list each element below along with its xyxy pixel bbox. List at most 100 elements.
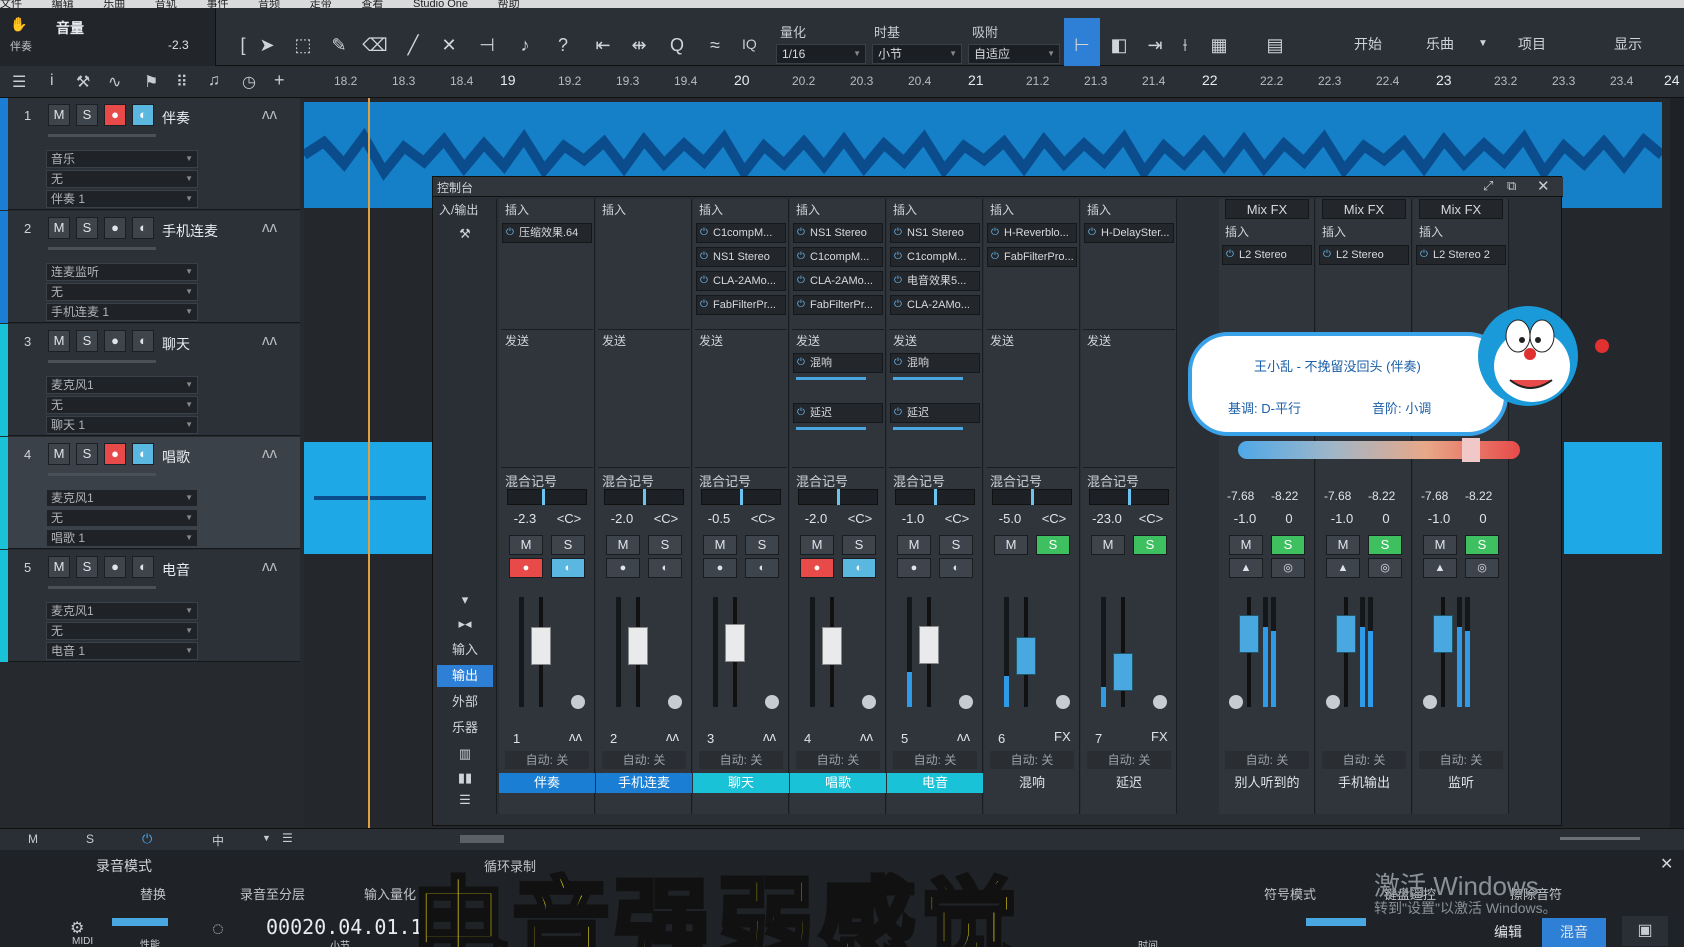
timeline-ruler[interactable]: 18.2 18.3 18.4 19 19.2 19.3 19.4 20 20.2 20.3 20.4… (304, 66, 1684, 98)
snap-event-icon[interactable]: ◧ (1106, 32, 1132, 58)
pan-slider[interactable] (992, 489, 1072, 505)
volume-value[interactable]: -0.5 (697, 511, 741, 526)
volume-value[interactable]: -2.0 (794, 511, 838, 526)
zoom-slider[interactable] (1560, 837, 1640, 840)
solo-button[interactable]: S (76, 330, 98, 352)
snap-select[interactable]: 自适应 (968, 44, 1060, 64)
pan-value[interactable]: <C> (840, 511, 880, 526)
list-icon[interactable]: ☰ (282, 831, 293, 845)
automation-mode[interactable]: 自动: 关 (1225, 751, 1309, 769)
track-name[interactable]: 聊天 (162, 334, 190, 354)
fx-label[interactable]: FX (1054, 729, 1071, 744)
insert-header[interactable]: 插入 (1221, 223, 1313, 241)
link-icon[interactable]: ◎ (1368, 558, 1402, 578)
automation-mode[interactable]: 自动: 关 (796, 751, 880, 769)
send-header[interactable]: 发送 (695, 329, 787, 348)
track-header[interactable]: 2 MS ● ◐ 手机连麦 ᴧᴧ 连麦监听无手机连麦 1 (0, 211, 300, 323)
mute-button[interactable]: M (800, 535, 834, 555)
pan-value[interactable]: <C> (549, 511, 589, 526)
trim-knob[interactable] (765, 695, 779, 709)
solo-button[interactable]: S (76, 556, 98, 578)
chord-icon[interactable]: ♫ (208, 72, 220, 90)
automation-mode[interactable]: 自动: 关 (1419, 751, 1503, 769)
insert-plugin[interactable]: CLA-2AMo... (696, 271, 786, 291)
audio-clip-vocal-2[interactable] (1564, 442, 1662, 554)
track-input-select[interactable]: 麦克风1 (46, 376, 198, 394)
monitor-button[interactable]: ◐ (132, 556, 154, 578)
solo-button[interactable]: S (1368, 535, 1402, 555)
automation-mode[interactable]: 自动: 关 (1087, 751, 1171, 769)
record-arm-button[interactable]: ● (104, 330, 126, 352)
volume-fader[interactable] (1336, 615, 1356, 653)
waveform-icon[interactable]: ᴧᴧ (569, 729, 582, 744)
monitor-button[interactable]: ◐ (132, 443, 154, 465)
transport-timecode[interactable]: 00020.04.01.1 (266, 915, 423, 939)
quantize-q-icon[interactable]: Q (664, 32, 690, 58)
automation-mode[interactable]: 自动: 关 (602, 751, 686, 769)
quantize-select[interactable]: 1/16 (776, 44, 866, 64)
insert-header[interactable]: 插入 (695, 201, 787, 219)
popup-bar-slider[interactable] (1462, 438, 1480, 462)
mix-fx-select[interactable]: Mix FX (1419, 199, 1503, 219)
rec-opt-replace[interactable]: 替换 (140, 884, 166, 903)
channel-name[interactable]: 手机连麦 (596, 773, 692, 793)
insert-plugin[interactable]: C1compM... (696, 223, 786, 243)
insert-plugin[interactable]: CLA-2AMo... (890, 295, 980, 315)
send-header[interactable]: 发送 (598, 329, 690, 348)
volume-fader[interactable] (628, 627, 648, 665)
trim-knob[interactable] (571, 695, 585, 709)
send-slot[interactable]: 延迟 (890, 403, 980, 423)
pan-value[interactable]: <C> (1131, 511, 1171, 526)
record-arm-button[interactable]: ● (104, 217, 126, 239)
meters-icon[interactable]: ▮▮ (437, 767, 493, 789)
narrow-icon[interactable]: ▸◂ (437, 613, 493, 635)
sync-icon[interactable]: ◌ (212, 918, 224, 941)
volume-fader[interactable] (919, 626, 939, 664)
waveform-icon[interactable]: ᴧᴧ (957, 729, 970, 744)
solo-button[interactable]: S (76, 443, 98, 465)
volume-fader[interactable] (1433, 615, 1453, 653)
send-level[interactable] (796, 427, 866, 430)
listen-tool-icon[interactable]: ♪ (512, 32, 538, 58)
pan-value[interactable]: <C> (1034, 511, 1074, 526)
status-solo[interactable]: S (86, 832, 94, 846)
waveform-icon[interactable]: ᴧᴧ (860, 729, 873, 744)
wrench-icon[interactable]: ⚒ (76, 72, 90, 92)
film-icon[interactable]: ▤ (1262, 32, 1288, 58)
record-arm-button[interactable]: ● (800, 558, 834, 578)
menu-view[interactable]: 查看 (361, 0, 383, 8)
menu-track[interactable]: 音轨 (155, 0, 177, 8)
track-name[interactable]: 手机连麦 (162, 221, 218, 241)
mute-button[interactable]: M (994, 535, 1028, 555)
solo-button[interactable]: S (1465, 535, 1499, 555)
record-arm-button[interactable]: ● (104, 104, 126, 126)
track-output-select[interactable]: 聊天 1 (46, 416, 198, 434)
insert-plugin[interactable]: C1compM... (890, 247, 980, 267)
insert-plugin[interactable]: NS1 Stereo (793, 223, 883, 243)
volume-value[interactable]: -1.0 (891, 511, 935, 526)
mute-button[interactable]: M (1091, 535, 1125, 555)
bus-name[interactable]: 手机输出 (1316, 773, 1412, 793)
dropdown-icon[interactable]: ▼ (262, 833, 271, 843)
track-sub-select[interactable]: 无 (46, 170, 198, 188)
midi-icon[interactable]: ⚙ (70, 918, 84, 938)
monitor-button[interactable]: ◐ (132, 104, 154, 126)
menu-edit[interactable]: 编辑 (52, 0, 74, 8)
snap-grid-icon[interactable]: ⇹ (626, 32, 652, 58)
volume-value[interactable]: -1.0 (1417, 511, 1461, 526)
pan-value[interactable]: 0 (1269, 511, 1309, 526)
side-instrument[interactable]: 乐器 (437, 717, 493, 739)
trim-knob[interactable] (1056, 695, 1070, 709)
mute-tool-icon[interactable]: ✕ (436, 32, 462, 58)
insert-plugin[interactable]: 压缩效果.64 (502, 223, 592, 243)
pan-slider[interactable] (1089, 489, 1169, 505)
side-input[interactable]: 输入 (437, 639, 493, 661)
pan-slider[interactable] (895, 489, 975, 505)
menu-file[interactable]: 文件 (0, 0, 22, 8)
monitor-button[interactable]: ◐ (842, 558, 876, 578)
waveform-icon[interactable]: ᴧᴧ (262, 445, 277, 462)
pan-value[interactable]: 0 (1366, 511, 1406, 526)
bus-name[interactable]: 别人听到的 (1219, 773, 1315, 793)
volume-value[interactable]: -1.0 (1320, 511, 1364, 526)
automation-mode[interactable]: 自动: 关 (893, 751, 977, 769)
